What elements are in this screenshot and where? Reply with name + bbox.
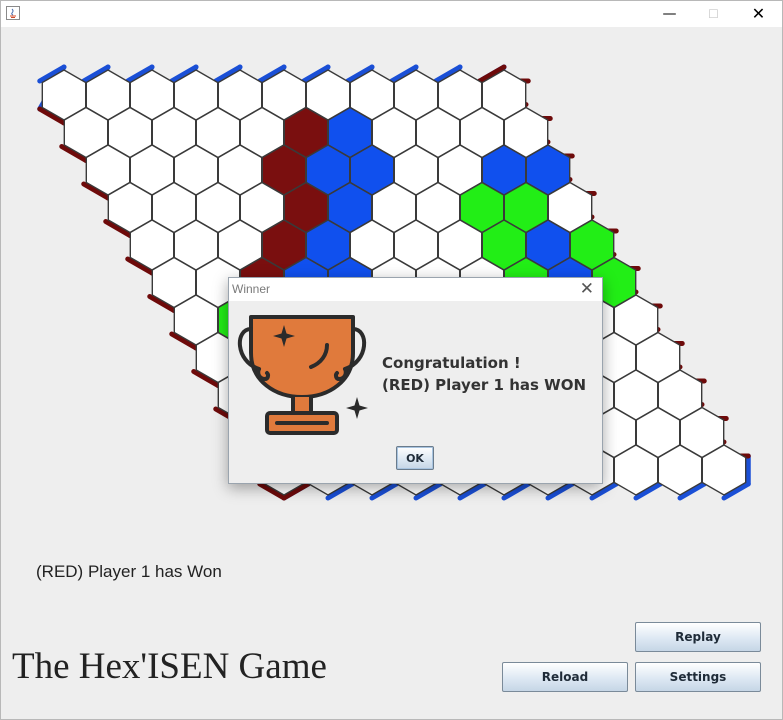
dialog-close-button[interactable]: ✕ [580, 278, 594, 301]
dialog-message-line1: Congratulation ! [382, 354, 521, 372]
replay-button[interactable]: Replay [635, 622, 761, 652]
winner-dialog: Winner ✕ Congratulation ! (RED) Player 1… [228, 277, 603, 484]
game-title: The Hex'ISEN Game [12, 646, 327, 687]
trophy-icon [237, 315, 368, 435]
dialog-title: Winner [232, 282, 271, 296]
dialog-titlebar: Winner ✕ [229, 278, 602, 301]
dialog-message-line2: (RED) Player 1 has WON [382, 376, 587, 394]
status-text: (RED) Player 1 has Won [36, 562, 222, 581]
ok-button[interactable]: OK [396, 446, 434, 470]
reload-button[interactable]: Reload [502, 662, 628, 692]
settings-button[interactable]: Settings [635, 662, 761, 692]
